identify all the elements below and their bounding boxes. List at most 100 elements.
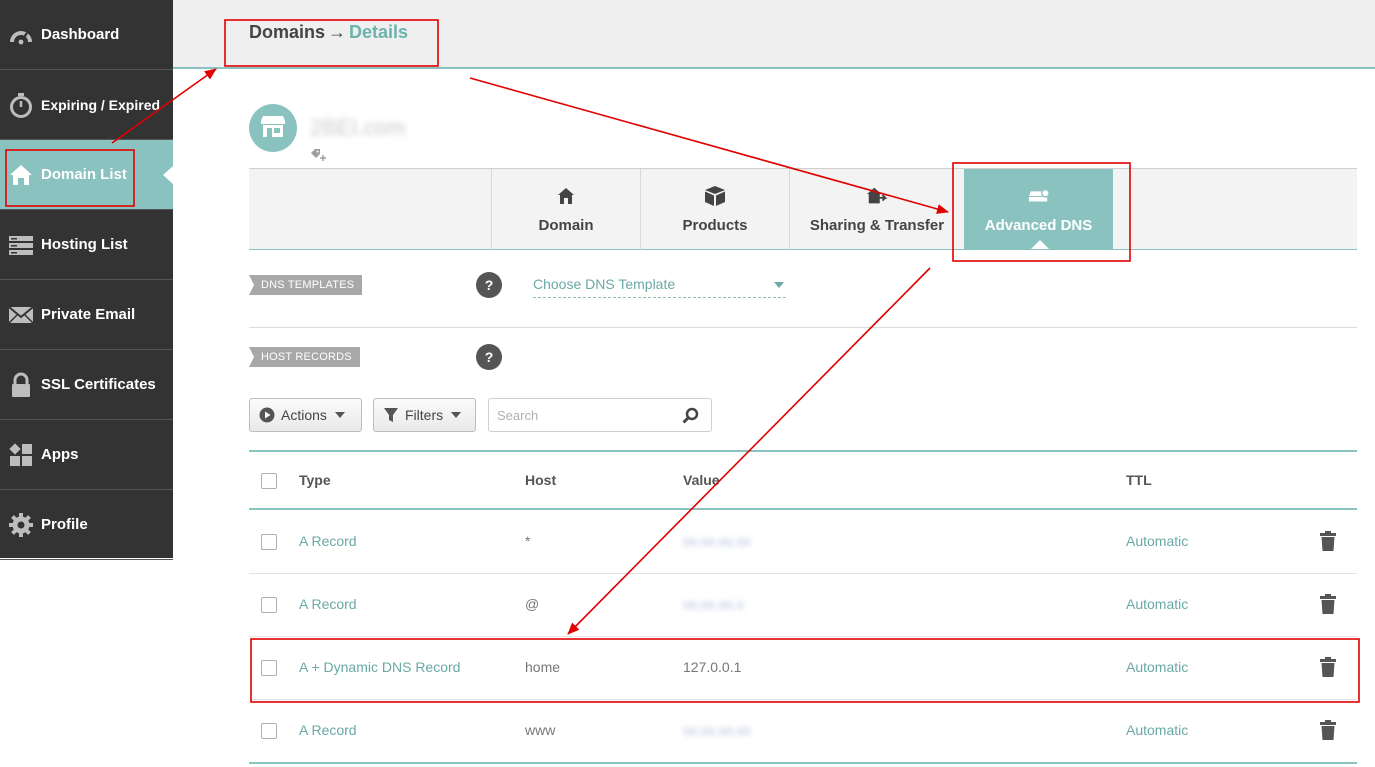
host-records-label: HOST RECORDS <box>249 347 360 367</box>
sidebar: Dashboard Expiring / Expired Domain List… <box>0 0 173 560</box>
search-input[interactable] <box>497 406 677 424</box>
breadcrumb-separator: → <box>328 22 347 42</box>
sidebar-item-label: Profile <box>41 516 88 533</box>
trash-icon[interactable] <box>1320 531 1336 551</box>
row-checkbox[interactable] <box>261 723 277 739</box>
dns-templates-help-icon[interactable]: ? <box>476 272 502 298</box>
gear-icon <box>7 511 35 539</box>
breadcrumb-root[interactable]: Domains <box>249 22 325 42</box>
chevron-down-icon <box>451 412 462 418</box>
table-row[interactable]: A Record www xx.xx.xx.xx Automatic <box>249 700 1357 763</box>
dashboard-icon <box>7 21 35 49</box>
dns-template-select[interactable]: Choose DNS Template <box>533 276 786 298</box>
sidebar-item-apps[interactable]: Apps <box>0 420 173 490</box>
active-indicator <box>163 166 173 184</box>
table-row[interactable]: A Record * xx.xx.xx.xx Automatic <box>249 511 1357 574</box>
domain-name: 2BEI.com <box>310 115 406 140</box>
record-value[interactable]: xx.xx.xx.xx <box>683 722 751 738</box>
filters-button-label: Filters <box>405 407 444 423</box>
record-host[interactable]: www <box>525 722 555 738</box>
search-box <box>488 398 712 432</box>
trash-icon[interactable] <box>1320 720 1336 740</box>
sidebar-item-label: Dashboard <box>41 26 120 43</box>
column-header-ttl[interactable]: TTL <box>1126 472 1152 488</box>
tab-products[interactable]: Products <box>640 169 789 250</box>
tab-sharing-transfer[interactable]: Sharing & Transfer <box>789 169 964 250</box>
sidebar-item-label: SSL Certificates <box>41 376 156 393</box>
table-bottom-border <box>249 762 1357 764</box>
breadcrumb-current: Details <box>349 22 409 42</box>
lock-icon <box>7 371 35 399</box>
actions-button-label: Actions <box>281 407 327 423</box>
apps-icon <box>7 441 35 469</box>
sidebar-item-expiring[interactable]: Expiring / Expired <box>0 70 173 140</box>
sidebar-item-label: Domain List <box>41 166 127 183</box>
sidebar-item-label: Expiring / Expired <box>41 96 161 113</box>
stopwatch-icon <box>7 91 35 119</box>
sidebar-item-private-email[interactable]: Private Email <box>0 280 173 350</box>
house-icon <box>555 185 577 207</box>
trash-icon[interactable] <box>1320 594 1336 614</box>
sidebar-item-domain-list[interactable]: Domain List <box>0 140 173 210</box>
record-ttl[interactable]: Automatic <box>1126 659 1188 675</box>
tab-label: Sharing & Transfer <box>809 217 945 234</box>
chevron-down-icon <box>774 282 784 288</box>
column-header-host[interactable]: Host <box>525 472 556 488</box>
actions-button[interactable]: Actions <box>249 398 362 432</box>
table-header: Type Host Value TTL <box>249 452 1357 510</box>
column-header-type[interactable]: Type <box>299 472 331 488</box>
tab-label: Advanced DNS <box>984 217 1093 234</box>
record-host[interactable]: @ <box>525 596 539 612</box>
search-icon[interactable] <box>682 407 699 424</box>
sidebar-item-label: Private Email <box>41 306 136 323</box>
record-type[interactable]: A Record <box>299 722 357 738</box>
tag-add-icon[interactable] <box>310 148 328 162</box>
home-icon <box>7 161 35 189</box>
record-value[interactable]: xx.xx.xx.x <box>683 596 744 612</box>
sidebar-item-profile[interactable]: Profile <box>0 490 173 560</box>
record-type[interactable]: A + Dynamic DNS Record <box>299 659 460 675</box>
server-icon <box>7 231 35 259</box>
sidebar-item-hosting-list[interactable]: Hosting List <box>0 210 173 280</box>
record-value[interactable]: xx.xx.xx.xx <box>683 533 751 549</box>
tab-label: Products <box>682 217 748 234</box>
sidebar-item-ssl-certificates[interactable]: SSL Certificates <box>0 350 173 420</box>
top-header: Domains → Details <box>173 0 1375 69</box>
row-checkbox[interactable] <box>261 534 277 550</box>
row-checkbox[interactable] <box>261 660 277 676</box>
record-host[interactable]: home <box>525 659 560 675</box>
filter-icon <box>383 407 399 423</box>
tab-domain[interactable]: Domain <box>491 169 640 250</box>
dns-template-select-value: Choose DNS Template <box>533 276 676 292</box>
column-header-value[interactable]: Value <box>683 472 720 488</box>
storefront-icon <box>259 114 287 143</box>
host-records-help-icon[interactable]: ? <box>476 344 502 370</box>
record-value[interactable]: 127.0.0.1 <box>683 659 741 675</box>
tab-advanced-dns[interactable]: Advanced DNS <box>964 169 1113 250</box>
table-row[interactable]: A Record @ xx.xx.xx.x Automatic <box>249 574 1357 637</box>
envelope-icon <box>7 301 35 329</box>
filters-button[interactable]: Filters <box>373 398 476 432</box>
box-icon <box>704 185 726 207</box>
sidebar-item-label: Hosting List <box>41 236 128 253</box>
share-house-icon <box>866 185 888 207</box>
record-ttl[interactable]: Automatic <box>1126 722 1188 738</box>
sidebar-item-label: Apps <box>41 446 79 463</box>
sidebar-item-dashboard[interactable]: Dashboard <box>0 0 173 70</box>
select-all-checkbox[interactable] <box>261 473 277 489</box>
trash-icon[interactable] <box>1320 657 1336 677</box>
section-divider <box>249 327 1357 328</box>
record-host[interactable]: * <box>525 533 530 549</box>
record-ttl[interactable]: Automatic <box>1126 533 1188 549</box>
record-type[interactable]: A Record <box>299 596 357 612</box>
row-checkbox[interactable] <box>261 597 277 613</box>
play-circle-icon <box>259 407 275 423</box>
domain-avatar <box>249 104 297 152</box>
dns-templates-label: DNS TEMPLATES <box>249 275 363 295</box>
active-tab-pointer <box>1031 240 1049 249</box>
table-row[interactable]: A + Dynamic DNS Record home 127.0.0.1 Au… <box>249 637 1357 700</box>
record-ttl[interactable]: Automatic <box>1126 596 1188 612</box>
record-type[interactable]: A Record <box>299 533 357 549</box>
chevron-down-icon <box>334 412 345 418</box>
dns-server-icon <box>1028 185 1050 207</box>
